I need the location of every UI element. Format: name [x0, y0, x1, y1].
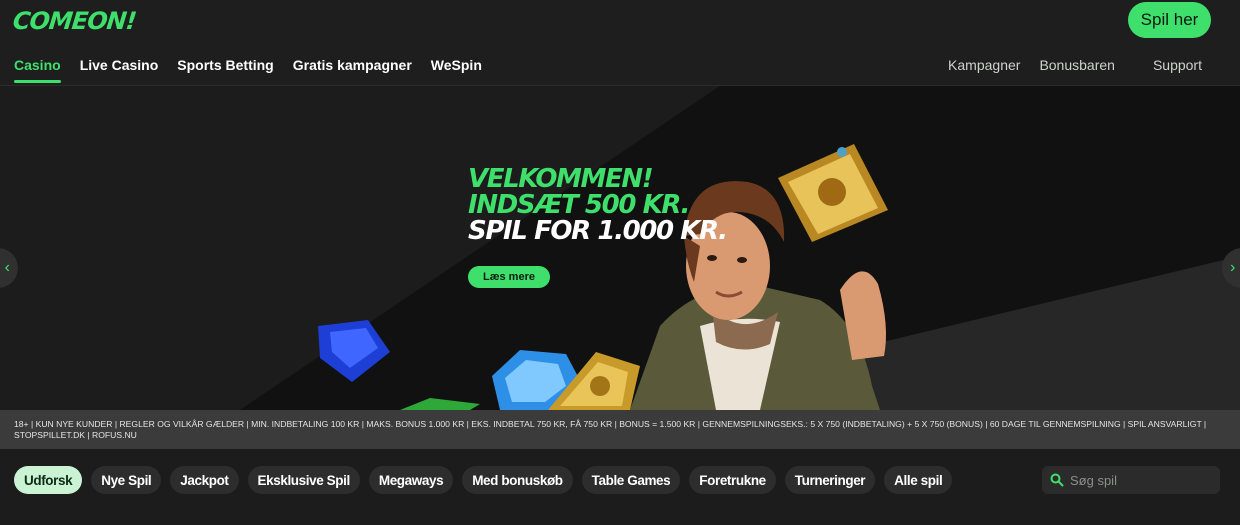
hero-line-welcome: VELKOMMEN! — [468, 164, 654, 194]
nav-wespin[interactable]: WeSpin — [431, 57, 482, 85]
chip-new-games[interactable]: Nye Spil — [91, 466, 162, 494]
chip-table-games[interactable]: Table Games — [581, 466, 681, 494]
nav-live-casino[interactable]: Live Casino — [80, 57, 159, 85]
chevron-left-icon: ‹ — [4, 259, 10, 276]
chip-megaways[interactable]: Megaways — [368, 466, 454, 494]
comeon-logo[interactable]: COMEON! — [12, 7, 138, 35]
nav-campaigns[interactable]: Kampagner — [948, 57, 1020, 73]
nav-free-campaigns[interactable]: Gratis kampagner — [293, 57, 412, 85]
chip-exclusive-games[interactable]: Eksklusive Spil — [247, 466, 360, 494]
hero-headline: VELKOMMEN! INDSÆT 500 KR. SPIL FOR 1.000… — [468, 164, 728, 246]
hero-line-deposit: INDSÆT 500 KR. — [468, 190, 690, 220]
chip-explore[interactable]: Udforsk — [14, 466, 83, 494]
main-nav: Casino Live Casino Sports Betting Gratis… — [14, 57, 501, 85]
nav-sports-betting[interactable]: Sports Betting — [177, 57, 273, 85]
nav-casino[interactable]: Casino — [14, 57, 61, 85]
hero-background — [0, 86, 1240, 410]
search-input[interactable] — [1070, 472, 1210, 488]
terms-disclaimer: 18+ | KUN NYE KUNDER | REGLER OG VILKÅR … — [0, 410, 1240, 449]
nav-support[interactable]: Support — [1153, 57, 1202, 73]
game-search[interactable] — [1042, 466, 1220, 494]
play-now-button[interactable]: Spil her — [1128, 2, 1211, 38]
chevron-right-icon: › — [1230, 259, 1236, 276]
learn-more-button[interactable]: Læs mere — [468, 266, 550, 288]
category-chips: Udforsk Nye Spil Jackpot Eksklusive Spil… — [14, 466, 961, 494]
search-icon — [1050, 473, 1064, 487]
secondary-nav: Kampagner Bonusbaren Support — [929, 57, 1202, 73]
hero-line-play-for: SPIL FOR 1.000 KR. — [468, 216, 728, 246]
chip-all-games[interactable]: Alle spil — [884, 466, 953, 494]
hero-banner[interactable]: VELKOMMEN! INDSÆT 500 KR. SPIL FOR 1.000… — [0, 86, 1240, 410]
chip-jackpot[interactable]: Jackpot — [170, 466, 239, 494]
chip-favorites[interactable]: Foretrukne — [689, 466, 776, 494]
nav-bonus-bar[interactable]: Bonusbaren — [1039, 57, 1115, 73]
top-bar: COMEON! Spil her Casino Live Casino Spor… — [0, 0, 1240, 86]
category-bar: Udforsk Nye Spil Jackpot Eksklusive Spil… — [0, 449, 1240, 525]
chip-bonus-buy[interactable]: Med bonuskøb — [462, 466, 573, 494]
chip-tournaments[interactable]: Turneringer — [784, 466, 876, 494]
